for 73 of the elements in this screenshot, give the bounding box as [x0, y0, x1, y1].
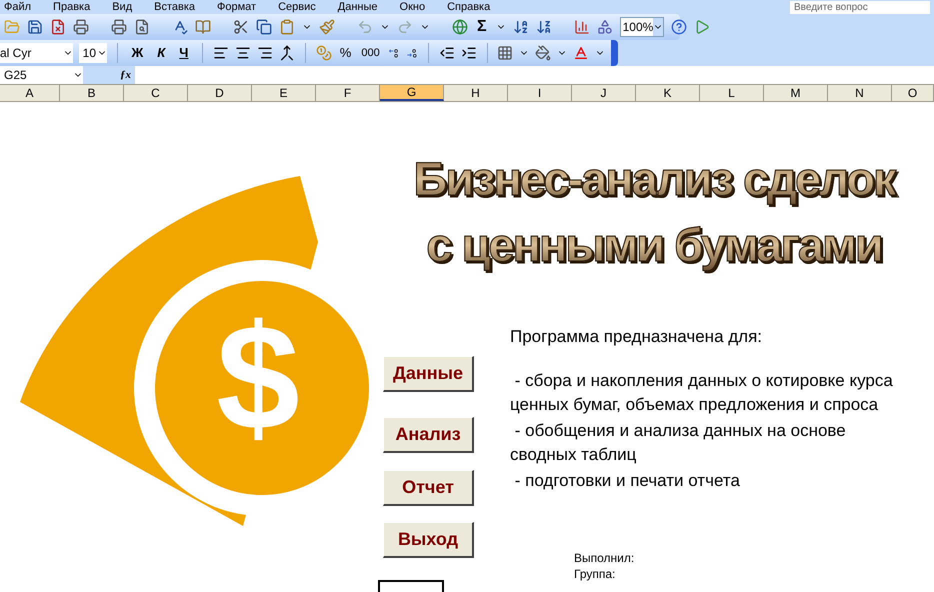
menu-item[interactable]: Справка — [447, 2, 490, 12]
font-color-icon[interactable] — [573, 45, 590, 61]
fill-color-icon[interactable] — [535, 45, 552, 61]
paste-icon[interactable] — [279, 19, 295, 35]
globe-icon[interactable] — [452, 19, 468, 35]
copy-icon[interactable] — [256, 19, 272, 35]
column-header[interactable]: E — [252, 85, 316, 101]
help-icon[interactable] — [671, 19, 688, 35]
macro-button[interactable]: Выход — [383, 522, 474, 558]
font-name-field[interactable]: al Cyr — [0, 43, 73, 63]
merge-icon[interactable] — [279, 45, 296, 61]
percent-button[interactable]: % — [338, 43, 354, 63]
print-icon[interactable] — [111, 19, 127, 35]
formula-input-field[interactable] — [135, 66, 934, 84]
column-header[interactable]: J — [572, 85, 636, 101]
author-label: Выполнил: — [574, 550, 634, 566]
menu-item[interactable]: Сервис — [278, 2, 316, 12]
column-header[interactable]: H — [444, 85, 508, 101]
book-icon[interactable] — [195, 19, 211, 35]
printer-icon[interactable] — [73, 19, 89, 35]
menu-item[interactable]: Данные — [338, 2, 378, 12]
preview-icon[interactable] — [134, 19, 150, 35]
column-header[interactable]: C — [124, 85, 188, 101]
font-size-field[interactable]: 10 — [78, 43, 107, 63]
bold-button[interactable]: Ж — [128, 43, 148, 63]
underline-button[interactable]: Ч — [175, 43, 192, 63]
column-header[interactable]: D — [188, 85, 252, 101]
thousands-button[interactable]: 000 — [359, 44, 382, 62]
chart-icon[interactable] — [574, 19, 590, 35]
document-icon[interactable] — [50, 19, 66, 35]
menu-item[interactable]: Правка — [53, 2, 90, 12]
menu-item[interactable]: Формат — [217, 2, 256, 12]
description-item: - обобщения и анализа данных на основе сводных таблиц — [510, 420, 847, 466]
cut-icon[interactable] — [233, 19, 249, 35]
column-header[interactable]: L — [700, 85, 764, 101]
column-header[interactable]: A — [0, 85, 60, 101]
sort-ascending-icon[interactable] — [512, 19, 529, 35]
column-header[interactable]: M — [764, 85, 828, 101]
column-header[interactable]: I — [508, 85, 572, 101]
description-heading: Программа предназначена для: — [510, 326, 764, 348]
align-right-icon[interactable] — [257, 45, 274, 61]
column-header[interactable]: K — [636, 85, 700, 101]
macro-button[interactable]: Данные — [383, 356, 474, 392]
menu-item[interactable]: Вставка — [154, 2, 196, 12]
column-header[interactable]: O — [892, 85, 934, 101]
menu-item[interactable]: Окно — [400, 2, 426, 12]
menu-item[interactable]: Вид — [112, 2, 132, 12]
align-left-icon[interactable] — [213, 45, 230, 61]
zoom-field[interactable]: 100% — [620, 17, 664, 37]
outdent-icon[interactable] — [438, 45, 455, 61]
shapes-icon[interactable] — [596, 19, 613, 35]
play-icon[interactable] — [694, 19, 710, 35]
function-icon[interactable]: ƒx — [83, 66, 135, 84]
brush-icon[interactable] — [319, 19, 335, 35]
author-label: Группа: — [574, 566, 616, 582]
borders-icon[interactable] — [497, 45, 514, 61]
description-item: - подготовки и печати отчета — [514, 470, 741, 492]
name-box[interactable]: G25 — [0, 66, 83, 84]
macro-button[interactable]: Анализ — [383, 417, 474, 453]
toolbar-options-button[interactable] — [611, 40, 618, 66]
indent-icon[interactable] — [460, 45, 477, 61]
save-icon[interactable] — [27, 19, 43, 35]
autosum-button[interactable]: Σ — [475, 19, 489, 35]
italic-button[interactable]: К — [153, 43, 170, 63]
column-header[interactable]: B — [60, 85, 124, 101]
description-item: - сбора и накопления данных о котировке курса ценных бумаг, объемах предложения и спроса — [510, 370, 894, 416]
macro-button[interactable]: Отчет — [383, 470, 474, 506]
menu-item[interactable]: Файл — [4, 2, 32, 12]
column-header[interactable]: G — [380, 85, 444, 101]
align-center-icon[interactable] — [235, 45, 252, 61]
sort-descending-icon[interactable] — [536, 19, 552, 35]
question-input-field[interactable]: Введите вопрос — [790, 0, 930, 14]
column-header[interactable]: N — [828, 85, 892, 101]
